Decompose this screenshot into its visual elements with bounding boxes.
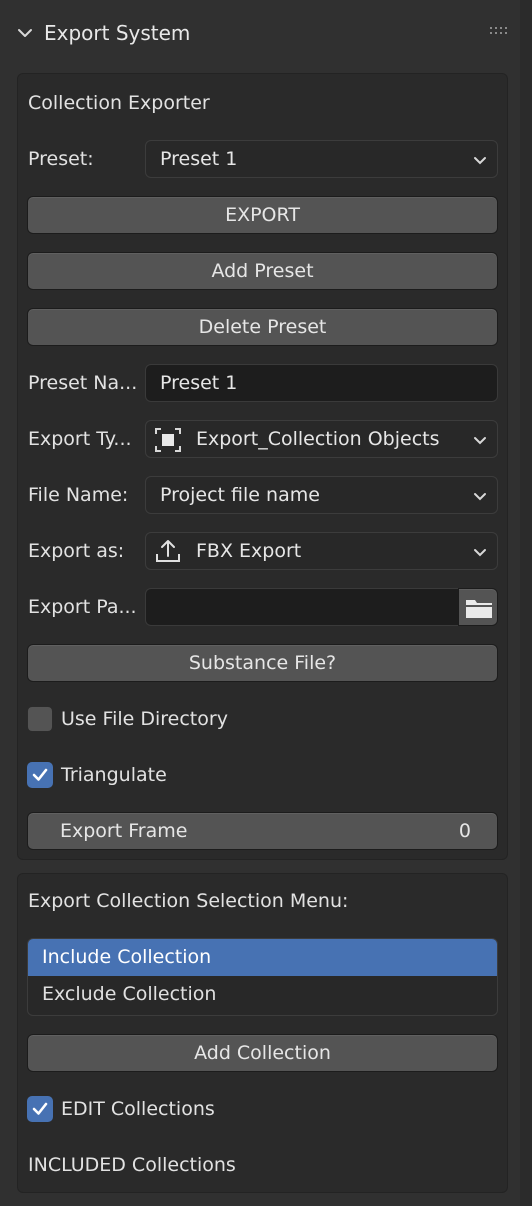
add-collection-button[interactable]: Add Collection [27,1034,498,1072]
preset-name-input[interactable]: Preset 1 [145,364,498,402]
delete-preset-button[interactable]: Delete Preset [27,308,498,346]
browse-folder-button[interactable] [458,588,498,626]
export-type-label: Export Ty... [28,428,132,450]
export-frame-field[interactable]: Export Frame 0 [27,812,498,850]
preset-value: Preset 1 [160,148,238,170]
collection-square-icon [155,428,181,452]
collection-selection-title: Export Collection Selection Menu: [28,890,349,912]
substance-file-button[interactable]: Substance File? [27,644,498,682]
use-file-directory-label[interactable]: Use File Directory [61,706,228,732]
chevron-down-icon[interactable] [16,24,34,42]
edit-collections-checkbox[interactable] [27,1096,53,1122]
list-item-include[interactable]: Include Collection [28,939,497,976]
dropdown-arrow-icon [474,493,486,501]
collection-mode-list[interactable]: Include Collection Exclude Collection [27,938,498,1016]
checkmark-icon [32,768,48,781]
file-name-label: File Name: [28,484,129,506]
collection-selection-panel [17,873,508,1193]
export-upload-icon [156,540,180,562]
triangulate-checkbox[interactable] [27,762,53,788]
preset-dropdown[interactable]: Preset 1 [145,140,498,178]
export-type-value: Export_Collection Objects [196,428,440,450]
export-as-value: FBX Export [196,540,302,562]
export-frame-value: 0 [458,820,471,842]
export-as-dropdown[interactable]: FBX Export [145,532,498,570]
preset-name-value: Preset 1 [160,372,238,394]
dropdown-arrow-icon [474,157,486,165]
panel-title: Collection Exporter [28,92,210,114]
file-name-dropdown[interactable]: Project file name [145,476,498,514]
collection-exporter-panel [17,73,508,860]
preset-name-label: Preset Na... [28,372,138,394]
scrollbar-strip[interactable] [520,0,532,1206]
folder-icon [466,600,492,618]
export-path-input[interactable] [145,588,459,626]
dropdown-arrow-icon [474,549,486,557]
edit-collections-label[interactable]: EDIT Collections [61,1096,215,1122]
use-file-directory-checkbox[interactable] [27,706,53,732]
export-button[interactable]: EXPORT [27,196,498,234]
export-as-label: Export as: [28,540,125,562]
file-name-value: Project file name [160,484,320,506]
export-type-dropdown[interactable]: Export_Collection Objects [145,420,498,458]
grip-icon[interactable] [488,24,514,38]
dropdown-arrow-icon [474,437,486,445]
export-frame-label: Export Frame [60,820,188,842]
panel-header-title[interactable]: Export System [44,19,190,47]
triangulate-label[interactable]: Triangulate [61,762,167,788]
add-preset-button[interactable]: Add Preset [27,252,498,290]
included-collections-label: INCLUDED Collections [28,1154,236,1176]
preset-label: Preset: [28,148,94,170]
checkmark-icon [32,1102,48,1115]
list-item-exclude[interactable]: Exclude Collection [28,976,497,1013]
export-path-label: Export Pa... [28,596,137,618]
